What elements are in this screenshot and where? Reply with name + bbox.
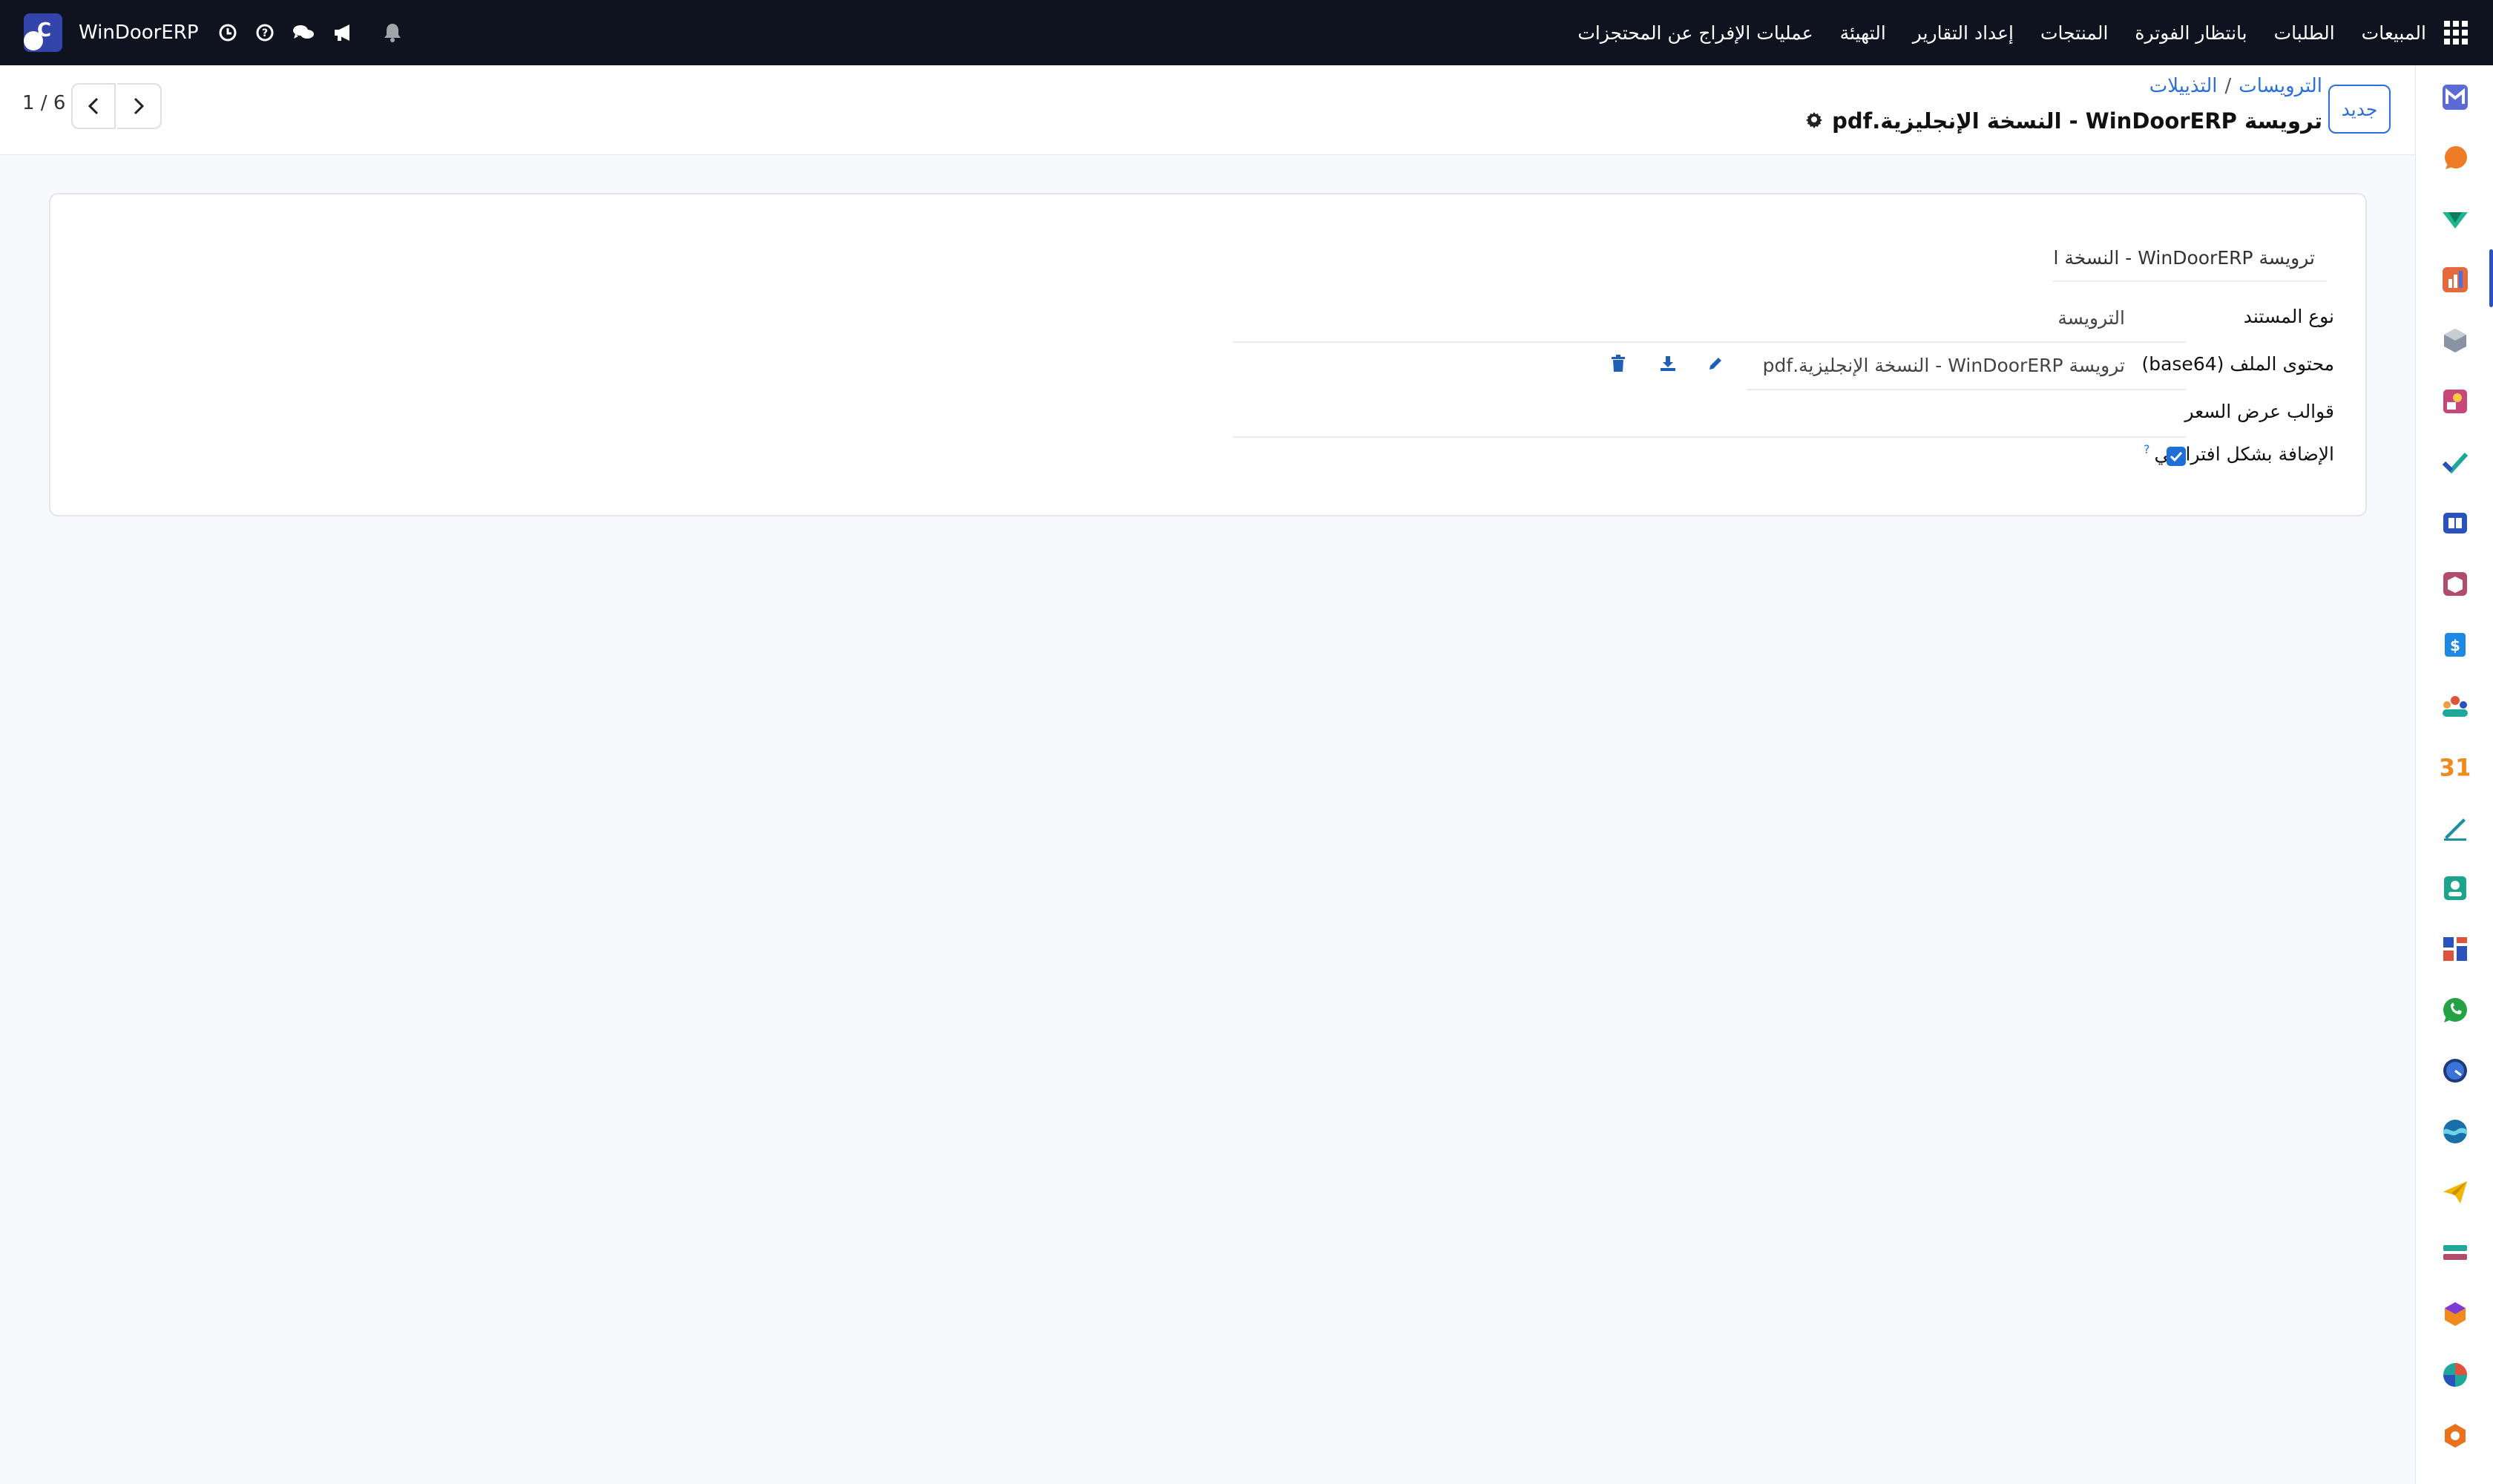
pencil-icon [1709, 358, 1721, 370]
people-icon[interactable] [2441, 692, 2469, 720]
trash-icon [1612, 355, 1625, 372]
pager-previous-button[interactable] [71, 83, 116, 129]
app-sidebar: $ 31 [2415, 65, 2493, 1484]
menu-item-to-invoice[interactable]: بانتظار الفوترة [2135, 22, 2247, 44]
chevron-right-icon [134, 97, 145, 115]
control-panel: جديد الترويسات / التذييلات ترويسة WinDoo… [0, 65, 2416, 155]
megaphone-icon[interactable] [332, 23, 355, 42]
check-icon [2170, 451, 2183, 462]
navbar-systray: C WinDoorERP ? [24, 0, 420, 65]
gear-hex-icon[interactable] [2441, 1422, 2469, 1450]
image-icon[interactable] [2441, 387, 2469, 416]
clock-icon[interactable] [218, 23, 237, 42]
record-title-row: ترويسة WinDoorERP - النسخة الإنجليزية.pd… [1805, 102, 2322, 139]
wave-icon[interactable] [2441, 1117, 2469, 1146]
pager-counter[interactable]: 1 / 6 [22, 92, 65, 114]
delete-file-button[interactable] [1610, 355, 1626, 372]
checkmark-icon[interactable] [2441, 448, 2469, 476]
menu-item-escrow-release[interactable]: عمليات الإفراج عن المحتجزات [1577, 22, 1813, 44]
doc-type-label: نوع المستند [2243, 306, 2334, 327]
help-icon[interactable]: ? [255, 23, 275, 42]
bar-chart-icon[interactable] [2425, 249, 2493, 310]
gear-icon[interactable] [1805, 108, 1823, 134]
check-diamond-icon[interactable] [2441, 205, 2469, 233]
name-field[interactable]: ترويسة WinDoorERP - النسخة الإن [2052, 234, 2327, 282]
hexagon-icon[interactable] [2441, 1300, 2469, 1328]
svg-text:?: ? [261, 27, 267, 39]
download-file-button[interactable] [1659, 355, 1677, 372]
gmail-icon[interactable] [2441, 83, 2469, 111]
send-icon[interactable] [2441, 1178, 2469, 1206]
main-menu: المبيعات الطلبات بانتظار الفوترة المنتجا… [1551, 0, 2468, 65]
cube-icon[interactable] [2441, 326, 2469, 355]
menu-item-reporting[interactable]: إعداد التقارير [1913, 22, 2014, 44]
quote-templates-label: قوالب عرض السعر [2184, 401, 2334, 422]
menu-item-sales[interactable]: المبيعات [2362, 22, 2426, 44]
layers-icon[interactable] [2441, 1239, 2469, 1267]
new-button[interactable]: جديد [2328, 85, 2391, 134]
menu-item-orders[interactable]: الطلبات [2274, 22, 2335, 44]
bell-icon[interactable] [383, 22, 402, 43]
top-navbar: المبيعات الطلبات بانتظار الفوترة المنتجا… [0, 0, 2493, 65]
form-sheet: ترويسة WinDoorERP - النسخة الإن نوع المس… [49, 193, 2367, 516]
file-content-label: محتوى الملف (base64) [2141, 353, 2334, 375]
download-icon [1661, 356, 1675, 371]
help-tooltip-icon[interactable]: ? [2144, 442, 2150, 456]
breadcrumb: الترويسات / التذييلات [2149, 71, 2322, 101]
menu-item-products[interactable]: المنتجات [2040, 22, 2108, 44]
breadcrumb-headers[interactable]: الترويسات [2239, 75, 2322, 97]
doc-type-field[interactable]: الترويسة [2057, 307, 2125, 329]
chat-bubble-icon[interactable] [2441, 144, 2469, 172]
pager-next-button[interactable] [117, 83, 162, 129]
pie-icon[interactable] [2441, 1361, 2469, 1389]
whatsapp-icon[interactable] [2441, 996, 2469, 1024]
contact-card-icon[interactable] [2441, 874, 2469, 902]
clock-app-icon[interactable] [2441, 1057, 2469, 1085]
dashboard-icon[interactable] [2441, 935, 2469, 963]
chat-icon[interactable] [292, 23, 315, 42]
file-content-filename: ترويسة WinDoorERP - النسخة الإنجليزية.pd… [1762, 355, 2125, 376]
calendar-icon[interactable]: 31 [2441, 752, 2469, 781]
breadcrumb-separator: / [2224, 75, 2232, 97]
user-avatar[interactable]: C [24, 13, 62, 52]
box-icon[interactable] [2441, 570, 2469, 598]
calendar-day: 31 [2441, 753, 2469, 781]
edit-file-button[interactable] [1707, 355, 1724, 372]
record-title: ترويسة WinDoorERP - النسخة الإنجليزية.pd… [1832, 108, 2322, 134]
menu-item-configuration[interactable]: التهيئة [1840, 22, 1886, 44]
dollar-doc-icon[interactable]: $ [2441, 631, 2469, 659]
add-by-default-checkbox[interactable] [2167, 447, 2186, 466]
book-icon[interactable] [2441, 509, 2469, 537]
svg-text:$: $ [2450, 637, 2460, 654]
apps-grid-icon[interactable] [2444, 21, 2468, 45]
company-switcher[interactable]: WinDoorERP [79, 22, 199, 44]
chevron-left-icon [88, 97, 99, 115]
pen-icon[interactable] [2441, 813, 2469, 841]
breadcrumb-footers[interactable]: التذييلات [2149, 75, 2218, 97]
